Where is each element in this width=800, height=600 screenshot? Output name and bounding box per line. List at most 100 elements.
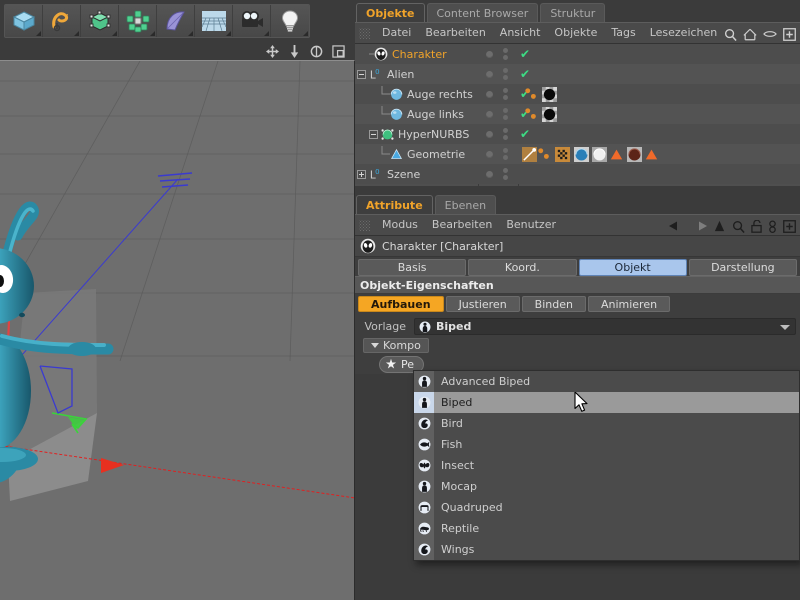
orange-dots-tag-icon[interactable] xyxy=(524,87,539,102)
link-icon[interactable] xyxy=(768,219,777,233)
check-icon[interactable]: ✔ xyxy=(520,68,530,80)
menu-modus[interactable]: Modus xyxy=(375,214,425,236)
expander-toggle[interactable] xyxy=(357,69,366,79)
scale-icon[interactable] xyxy=(288,45,301,58)
dropdown-item-wings[interactable]: Wings xyxy=(414,539,799,560)
chevron-down-icon[interactable] xyxy=(780,324,790,330)
biped-icon xyxy=(418,480,430,493)
floor-tool-button[interactable] xyxy=(195,5,233,37)
uv-tag-icon[interactable] xyxy=(522,146,537,162)
check-icon[interactable]: ✔ xyxy=(520,48,530,60)
deformer-tool-button[interactable] xyxy=(81,5,119,37)
orange-triangle-tag-icon[interactable] xyxy=(610,148,623,161)
material-tag-icon[interactable] xyxy=(542,86,557,102)
home-icon[interactable] xyxy=(743,28,757,41)
menu-objekte[interactable]: Objekte xyxy=(547,22,604,44)
move-icon[interactable] xyxy=(266,45,279,58)
menu-tags[interactable]: Tags xyxy=(604,22,642,44)
tab-ebenen[interactable]: Ebenen xyxy=(434,195,497,214)
check-icon[interactable]: ✔ xyxy=(520,128,530,140)
spline-tool-button[interactable] xyxy=(43,5,81,37)
menu-lesezeichen[interactable]: Lesezeichen xyxy=(643,22,725,44)
checker-texture-tag-icon[interactable] xyxy=(555,146,570,162)
menu-datei[interactable]: Datei xyxy=(375,22,418,44)
vorlage-dropdown[interactable]: Biped xyxy=(414,318,796,335)
component-pill-label: Pe xyxy=(401,357,415,371)
menu-bearbeiten[interactable]: Bearbeiten xyxy=(425,214,499,236)
table-row[interactable]: Auge links ✔ xyxy=(355,104,800,124)
object-manager-tree[interactable]: Charakter ✔ L 0 Alien ✔ Auge rechts ✔ Au… xyxy=(355,44,800,186)
nurbs-tool-button[interactable] xyxy=(157,5,195,37)
tab-basis[interactable]: Basis xyxy=(358,259,467,276)
drag-grip-icon[interactable] xyxy=(359,219,370,231)
expander-toggle[interactable] xyxy=(357,169,366,179)
orange-dots-tag-icon[interactable] xyxy=(537,147,552,162)
rotate-icon[interactable] xyxy=(310,45,323,58)
array-tool-button[interactable] xyxy=(119,5,157,37)
menu-ansicht[interactable]: Ansicht xyxy=(493,22,548,44)
dropdown-item-insect[interactable]: Insect xyxy=(414,455,799,476)
camera-tool-button[interactable] xyxy=(233,5,271,37)
tab-objekt[interactable]: Objekt xyxy=(578,259,687,276)
table-row[interactable]: Geometrie xyxy=(355,144,800,164)
dropdown-item-biped[interactable]: Biped xyxy=(414,392,799,413)
menu-bearbeiten[interactable]: Bearbeiten xyxy=(418,22,492,44)
table-row[interactable]: L 0 Szene xyxy=(355,164,800,184)
table-row[interactable]: Auge rechts ✔ xyxy=(355,84,800,104)
quadruped-icon xyxy=(418,501,430,514)
eye-icon[interactable] xyxy=(763,29,777,39)
section-header: Objekt-Eigenschaften xyxy=(355,276,800,294)
tab-objekte[interactable]: Objekte xyxy=(356,3,425,22)
table-row[interactable]: L 0 Alien ✔ xyxy=(355,64,800,84)
menu-benutzer[interactable]: Benutzer xyxy=(499,214,563,236)
back-arrow-icon[interactable] xyxy=(669,220,685,232)
orange-triangle-tag-icon[interactable] xyxy=(645,148,658,161)
dropdown-item-reptile[interactable]: Reptile xyxy=(414,518,799,539)
search-icon[interactable] xyxy=(732,220,745,233)
sphere-icon xyxy=(390,88,403,100)
plus-box-icon[interactable] xyxy=(783,27,796,41)
dropdown-item-mocap[interactable]: Mocap xyxy=(414,476,799,497)
orange-dots-tag-icon[interactable] xyxy=(524,107,539,122)
tab-justieren[interactable]: Justieren xyxy=(445,296,520,312)
expander-toggle[interactable] xyxy=(369,129,378,139)
tab-binden[interactable]: Binden xyxy=(521,296,586,312)
search-icon[interactable] xyxy=(724,28,737,41)
blue-material-tag-icon[interactable] xyxy=(574,146,589,162)
object-label: Geometrie xyxy=(407,147,466,161)
tab-attribute[interactable]: Attribute xyxy=(356,195,433,214)
tab-content-browser[interactable]: Content Browser xyxy=(426,3,539,22)
tree-line-icon xyxy=(381,146,390,155)
vorlage-dropdown-menu[interactable]: Advanced Biped Biped Bird Fish Insect Mo… xyxy=(413,370,800,561)
table-row[interactable]: HyperNURBS ✔ xyxy=(355,124,800,144)
3d-viewport[interactable] xyxy=(0,60,355,600)
maximize-icon[interactable] xyxy=(332,45,345,58)
komponente-group-toggle[interactable]: Kompo xyxy=(363,337,429,353)
brown-material-tag-icon[interactable] xyxy=(627,146,642,162)
drag-grip-icon[interactable] xyxy=(359,27,370,39)
dropdown-item-label: Quadruped xyxy=(441,501,503,514)
unlock-icon[interactable] xyxy=(751,219,762,233)
fish-icon xyxy=(418,438,430,451)
material-tag-icon[interactable] xyxy=(542,106,557,122)
tab-animieren[interactable]: Animieren xyxy=(587,296,671,312)
tab-aufbauen[interactable]: Aufbauen xyxy=(358,296,444,312)
forward-arrow-icon[interactable] xyxy=(691,220,707,232)
cube-tool-button[interactable] xyxy=(5,5,43,37)
spline-icon xyxy=(51,12,68,32)
dropdown-item-advanced-biped[interactable]: Advanced Biped xyxy=(414,371,799,392)
tab-darstellung[interactable]: Darstellung xyxy=(688,259,797,276)
dropdown-item-fish[interactable]: Fish xyxy=(414,434,799,455)
up-arrow-icon[interactable] xyxy=(713,220,726,233)
white-material-tag-icon[interactable] xyxy=(592,146,607,162)
dropdown-item-label: Bird xyxy=(441,417,463,430)
cube-icon xyxy=(12,11,35,31)
plus-box-icon[interactable] xyxy=(783,219,796,233)
nurbs-surface-icon xyxy=(165,11,185,31)
tab-struktur[interactable]: Struktur xyxy=(540,3,606,22)
dropdown-item-quadruped[interactable]: Quadruped xyxy=(414,497,799,518)
dropdown-item-bird[interactable]: Bird xyxy=(414,413,799,434)
table-row[interactable]: Charakter ✔ xyxy=(355,44,800,64)
tab-koord[interactable]: Koord. xyxy=(468,259,577,276)
light-tool-button[interactable] xyxy=(271,5,309,37)
